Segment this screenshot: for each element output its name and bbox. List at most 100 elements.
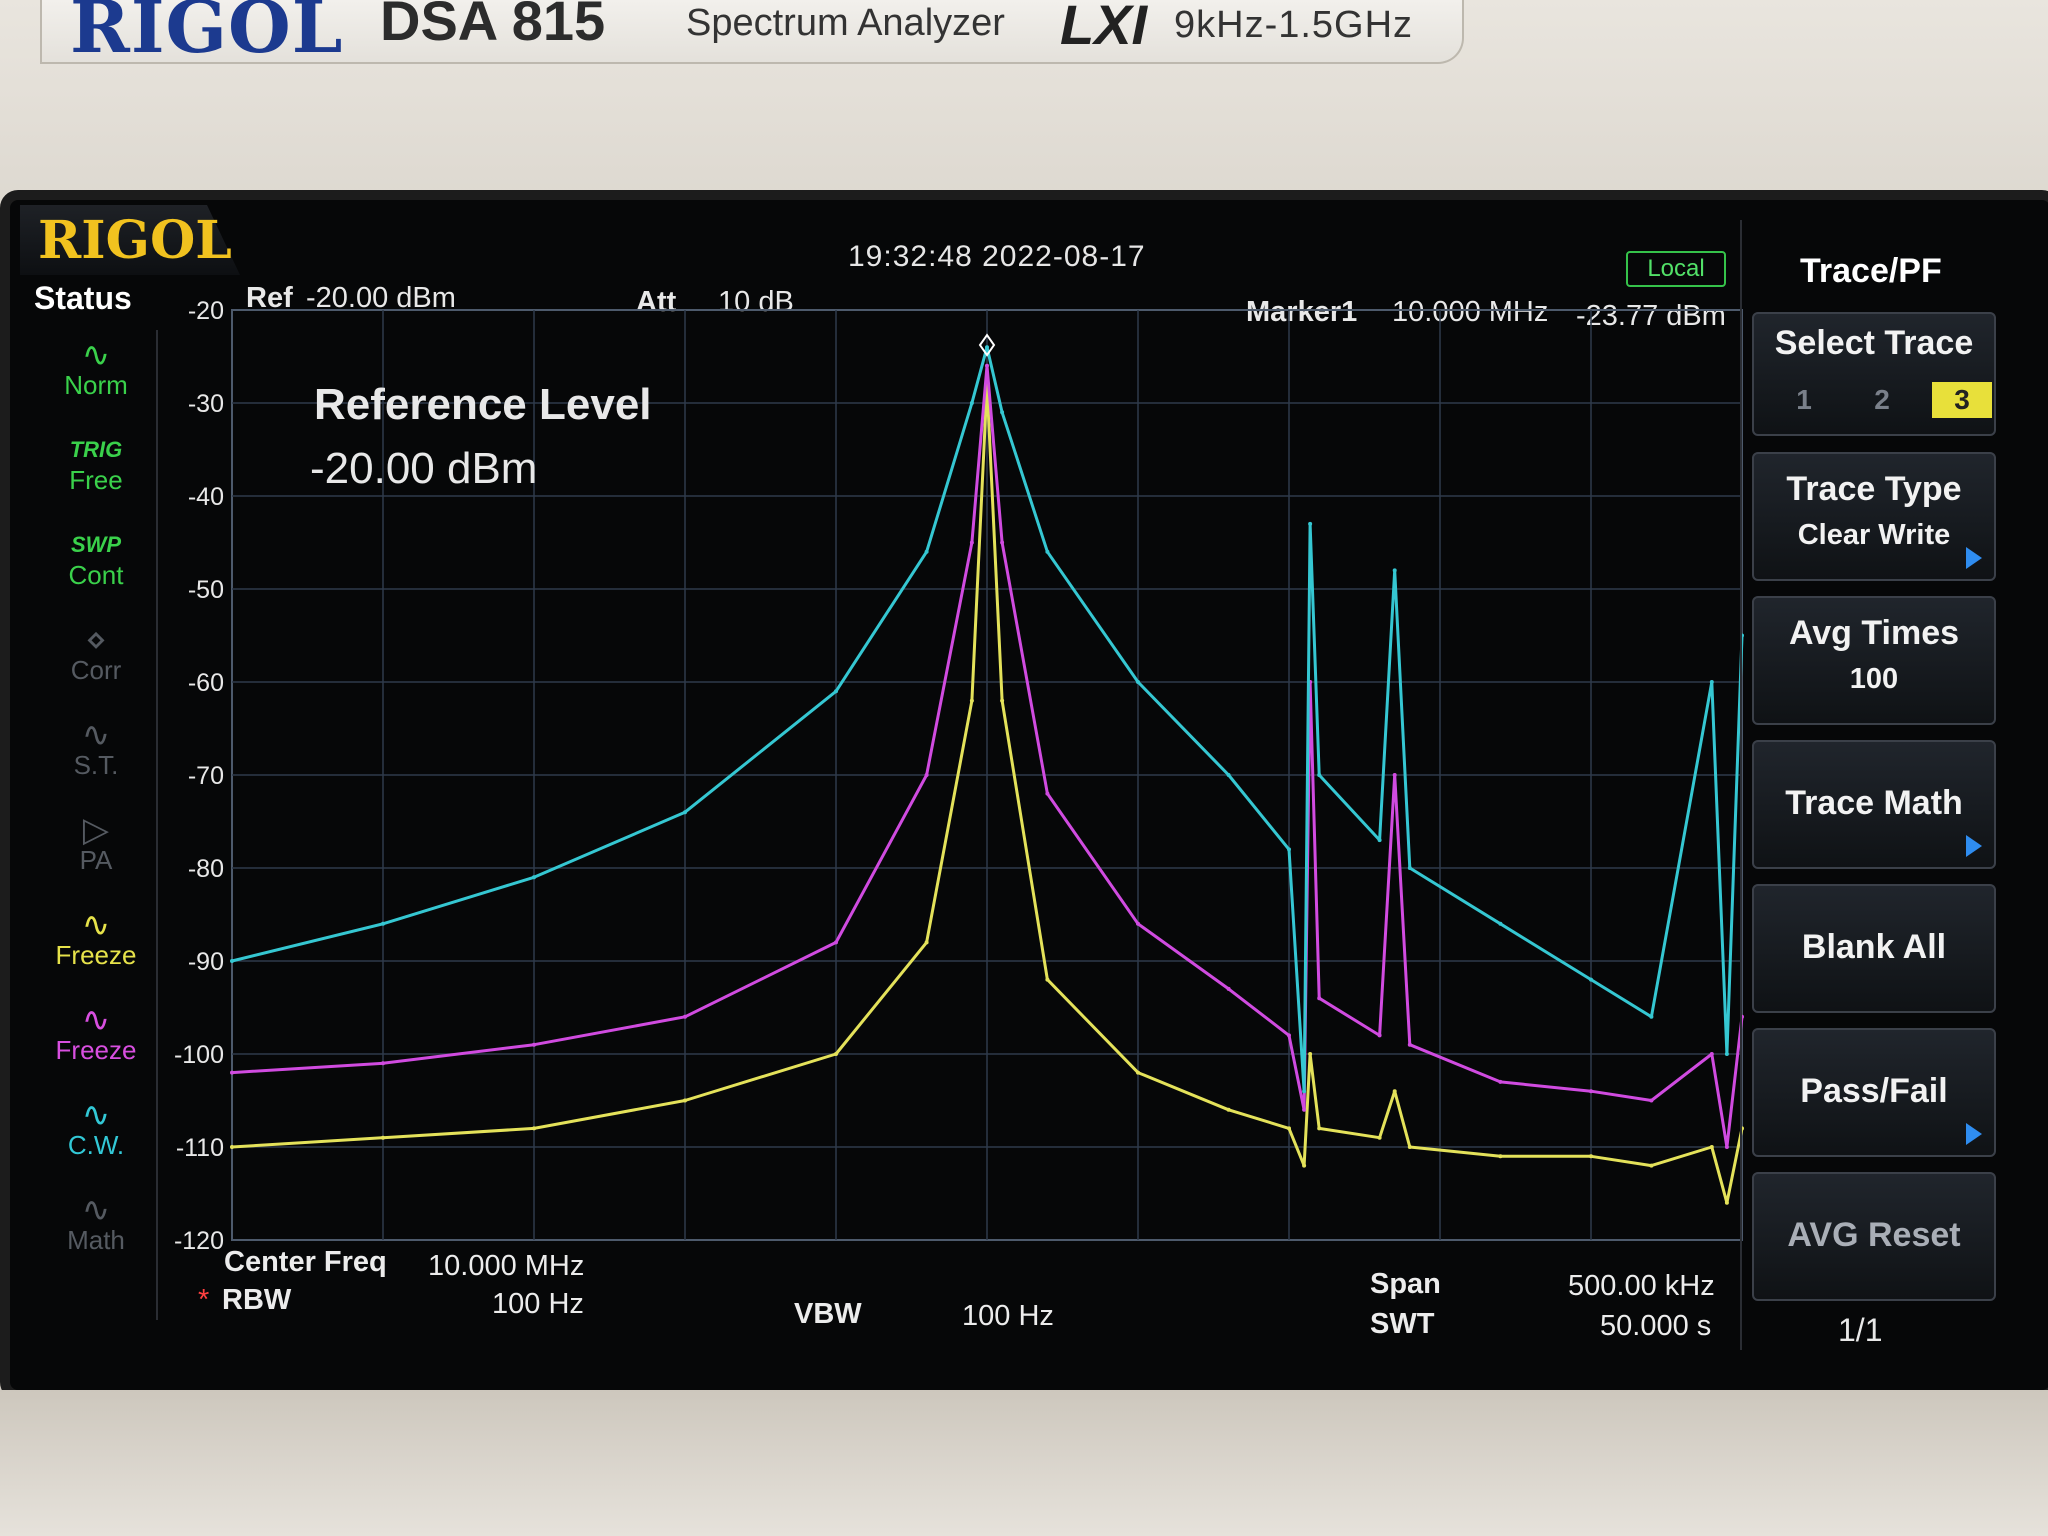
- trace-math-label: Trace Math: [1785, 784, 1963, 822]
- span-label: Span: [1370, 1268, 1441, 1300]
- y-tick-label: -20: [188, 297, 224, 325]
- trace-point: [924, 549, 929, 554]
- y-tick-label: -110: [176, 1134, 224, 1162]
- y-tick-label: -80: [188, 855, 224, 883]
- center-freq-value: 10.000 MHz: [428, 1250, 585, 1282]
- status-item-label: C.W.: [67, 1130, 125, 1160]
- avg-times-key[interactable]: Avg Times 100: [1752, 596, 1996, 725]
- trace-point: [1045, 977, 1050, 982]
- trace-point: [834, 1052, 838, 1056]
- trace-point: [1045, 791, 1050, 796]
- trace-point: [1498, 1079, 1503, 1084]
- trace-point: [683, 1098, 687, 1103]
- trace-point: [1709, 1145, 1714, 1149]
- trace-point: [230, 1145, 234, 1149]
- trace-point: [532, 1126, 536, 1131]
- trace-point: [1136, 1070, 1140, 1075]
- ref-level-overlay-title: Reference Level: [314, 380, 652, 429]
- status-item-label: Norm: [64, 370, 128, 400]
- trace-point: [1392, 568, 1397, 573]
- status-item-label: Math: [67, 1225, 125, 1255]
- trace-point: [1317, 996, 1322, 1001]
- trace-point: [985, 345, 989, 350]
- status-wave-icon: ∿: [81, 1191, 111, 1229]
- status-title: Status: [34, 280, 132, 316]
- submenu-arrow-icon: [1966, 547, 1982, 569]
- trace-option-3-selected[interactable]: 3: [1932, 382, 1992, 418]
- timestamp: 19:32:48 2022-08-17: [848, 240, 1146, 273]
- trace-point: [1302, 1107, 1307, 1112]
- avg-reset-key[interactable]: AVG Reset: [1752, 1172, 1996, 1301]
- trace-point: [1498, 1154, 1503, 1159]
- trace-point: [969, 540, 974, 545]
- status-item-label: S.T.: [73, 750, 119, 780]
- trace-point: [381, 1061, 385, 1066]
- span-value: 500.00 kHz: [1568, 1270, 1715, 1302]
- swt-value: 50.000 s: [1600, 1310, 1712, 1342]
- trace-point: [1302, 1089, 1307, 1094]
- local-badge: Local: [1626, 251, 1726, 287]
- trace-point: [985, 363, 989, 368]
- trace-point: [1287, 1126, 1291, 1131]
- y-tick-label: -50: [188, 576, 224, 604]
- trace-point: [1377, 838, 1382, 843]
- vbw-label: VBW: [794, 1298, 862, 1330]
- brand-logo: RIGOL: [70, 0, 344, 69]
- y-tick-label: -30: [188, 390, 224, 418]
- status-item-label: Free: [69, 465, 123, 495]
- ref-level-overlay-value: -20.00 dBm: [310, 444, 538, 493]
- instrument-type: Spectrum Analyzer: [686, 2, 1005, 44]
- submenu-arrow-icon: [1966, 1123, 1982, 1145]
- trace-type-key[interactable]: Trace Type Clear Write: [1752, 452, 1996, 581]
- status-item: ∿ Norm: [36, 338, 156, 401]
- blank-all-label: Blank All: [1801, 928, 1947, 966]
- trace-point: [924, 940, 929, 945]
- trace-point: [230, 959, 234, 963]
- status-item: TRIG Free: [36, 435, 156, 496]
- trace-point: [1377, 1135, 1382, 1140]
- submenu-arrow-icon: [1966, 835, 1982, 857]
- spectrum-plot[interactable]: -20 -30 -40 -50 -60 -70 -80 -90 -100 -110 -120: [160, 290, 1750, 1290]
- trace-point: [381, 1135, 385, 1140]
- trace-point: [683, 810, 687, 815]
- trace-point: [1724, 1145, 1729, 1149]
- trace-point: [1308, 521, 1313, 526]
- y-tick-label: -40: [188, 483, 224, 511]
- select-trace-label: Select Trace: [1774, 324, 1974, 362]
- status-wave-icon: ▷: [82, 811, 110, 849]
- status-wave-icon: ∿: [81, 906, 111, 944]
- status-wave-icon: ∿: [81, 716, 111, 754]
- status-item: ∿ Freeze: [36, 906, 156, 971]
- menu-page-indicator: 1/1: [1838, 1312, 1883, 1348]
- trace-type-value: Clear Write: [1797, 519, 1951, 551]
- trace-point: [1226, 1107, 1231, 1112]
- trace-point: [1589, 977, 1593, 982]
- status-item-label: Corr: [70, 655, 122, 685]
- y-tick-label: -60: [188, 669, 224, 697]
- trace-math-key[interactable]: Trace Math: [1752, 740, 1996, 869]
- status-item: ∿ Freeze: [36, 1003, 156, 1066]
- lxi-logo: LXI: [1060, 0, 1148, 56]
- pass-fail-key[interactable]: Pass/Fail: [1752, 1028, 1996, 1157]
- status-item-label: Cont: [68, 560, 124, 590]
- trace-point: [532, 875, 536, 880]
- trace-point: [1392, 773, 1397, 777]
- trace-point: [1287, 1033, 1291, 1038]
- trace-point: [834, 940, 838, 945]
- status-panel: ∿ Norm TRIG Free SWP Cont ⋄ Corr ∿ S.T. ▷ PA ∿ Freeze…: [26, 330, 158, 1320]
- trace-point: [381, 921, 385, 926]
- vbw-value: 100 Hz: [962, 1300, 1054, 1332]
- trace-point: [1724, 1200, 1729, 1205]
- trace-option-1[interactable]: 1: [1774, 382, 1834, 418]
- trace-point: [1308, 1052, 1313, 1056]
- trace-point: [1724, 1052, 1729, 1056]
- pass-fail-label: Pass/Fail: [1800, 1072, 1948, 1110]
- status-item: ∿ C.W.: [36, 1098, 156, 1161]
- trace-point: [1589, 1089, 1593, 1094]
- trace-point: [1407, 1145, 1412, 1149]
- trace-point: [1709, 1052, 1714, 1056]
- trace-option-2[interactable]: 2: [1852, 382, 1912, 418]
- blank-all-key[interactable]: Blank All: [1752, 884, 1996, 1013]
- trace-point: [1649, 1098, 1654, 1103]
- trace-point: [1000, 540, 1005, 545]
